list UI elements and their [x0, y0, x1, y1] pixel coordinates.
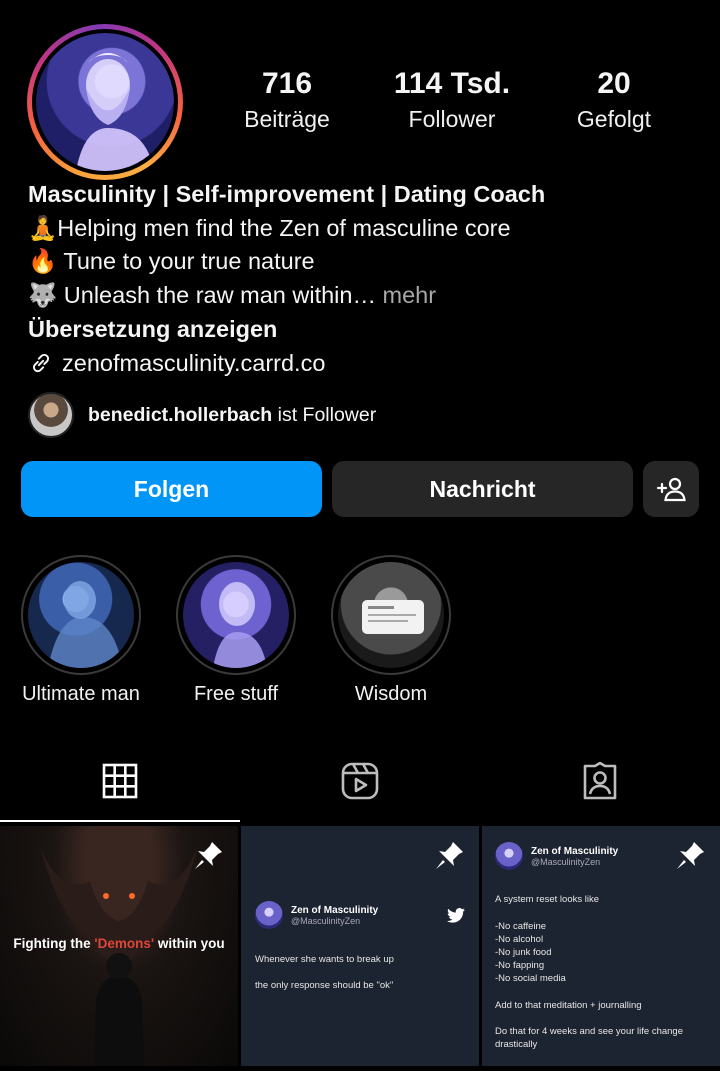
tweet-author: Zen of Masculinity @MasculinityZen — [291, 905, 378, 926]
profile-avatar — [36, 33, 174, 171]
followed-by-row[interactable]: benedict.hollerbach ist Follower — [28, 392, 376, 438]
followers-count-label: Follower — [408, 106, 496, 132]
suggest-people-button[interactable] — [643, 461, 699, 517]
tweet-text-1: Whenever she wants to break up — [255, 954, 394, 965]
posts-count[interactable]: 716 Beiträge — [212, 66, 362, 133]
tweet-avatar — [255, 901, 283, 929]
bio-more-link[interactable]: mehr — [376, 282, 436, 308]
post-1-caption-pre: Fighting the — [13, 936, 95, 951]
story-highlights: Ultimate man Free stuff Wisdom — [0, 555, 720, 715]
profile-actions: Folgen Nachricht — [21, 461, 699, 517]
posts-count-value: 716 — [261, 67, 313, 100]
tweet-intro: A system reset looks like — [495, 894, 600, 905]
reels-icon — [341, 762, 379, 800]
grid-icon — [102, 763, 138, 799]
post-1-caption: Fighting the 'Demons' within you — [0, 936, 238, 951]
twitter-icon — [447, 908, 465, 923]
bio-line-2: 🔥 Tune to your true nature — [28, 248, 315, 275]
tweet-list-item: -No alcohol — [495, 934, 544, 945]
tweet-handle: @MasculinityZen — [291, 915, 361, 926]
tweet-text-2: the only response should be "ok" — [255, 980, 394, 991]
tweet-name: Zen of Masculinity — [531, 845, 619, 857]
followed-by-suffix: ist Follower — [272, 403, 377, 426]
pinned-icon — [195, 842, 222, 869]
post-1-caption-post: within you — [154, 936, 225, 951]
tab-posts-grid[interactable] — [0, 740, 240, 822]
highlight-wisdom[interactable]: Wisdom — [311, 555, 471, 706]
tweet-author: Zen of Masculinity @MasculinityZen — [531, 846, 618, 867]
bio-website-link[interactable]: zenofmasculinity.carrd.co — [28, 347, 708, 381]
posts-grid: Fighting the 'Demons' within you Zen of … — [0, 826, 720, 1071]
highlight-ring — [21, 555, 141, 675]
pinned-icon — [436, 842, 463, 869]
highlight-ring — [331, 555, 451, 675]
highlight-label: Free stuff — [193, 683, 279, 705]
tweet-line-b: Do that for 4 weeks and see your life ch… — [495, 1026, 684, 1050]
highlight-label: Ultimate man — [22, 683, 140, 705]
link-icon — [32, 354, 50, 373]
profile-tabs — [0, 740, 720, 824]
add-person-icon — [656, 477, 686, 502]
post-tile-1[interactable]: Fighting the 'Demons' within you — [0, 826, 238, 1066]
pinned-icon — [677, 842, 704, 869]
follow-button[interactable]: Folgen — [21, 461, 322, 517]
posts-count-label: Beiträge — [244, 106, 330, 132]
followers-count[interactable]: 114 Tsd. Follower — [377, 66, 527, 133]
active-tab-indicator — [0, 820, 240, 822]
tab-reels[interactable] — [240, 740, 480, 822]
highlight-free-stuff[interactable]: Free stuff — [156, 555, 316, 706]
tweet-header: Zen of Masculinity @MasculinityZen — [255, 901, 378, 929]
translate-link[interactable]: Übersetzung anzeigen — [28, 313, 708, 347]
highlight-cover-woman — [338, 562, 444, 668]
post-tile-2[interactable]: Zen of Masculinity @MasculinityZen Whene… — [241, 826, 479, 1066]
highlight-label: Wisdom — [354, 683, 428, 705]
bio-line-3: 🐺 Unleash the raw man within… — [28, 282, 376, 309]
tweet-handle: @MasculinityZen — [531, 856, 601, 867]
website-url: zenofmasculinity.carrd.co — [62, 349, 326, 376]
tweet-avatar — [495, 842, 523, 870]
tweet-list-item: -No fapping — [495, 960, 545, 971]
tweet-header: Zen of Masculinity @MasculinityZen — [495, 842, 618, 870]
tweet-name: Zen of Masculinity — [291, 904, 379, 916]
highlight-cover-statue — [28, 562, 134, 668]
profile-stats: 716 Beiträge 114 Tsd. Follower 20 Gefolg… — [200, 66, 700, 146]
bio-line-1: 🧘Helping men find the Zen of masculine c… — [28, 214, 511, 241]
following-count[interactable]: 20 Gefolgt — [539, 66, 689, 133]
following-count-value: 20 — [597, 67, 631, 100]
tab-tagged[interactable] — [480, 740, 720, 822]
post-tile-3[interactable]: Zen of Masculinity @MasculinityZen A sys… — [482, 826, 720, 1066]
tweet-list-item: -No junk food — [495, 947, 552, 958]
tagged-icon — [583, 762, 617, 800]
post-1-caption-accent: 'Demons' — [94, 936, 155, 951]
tweet-list-item: -No caffeine — [495, 921, 547, 932]
bio-line-3-wrap: 🐺 Unleash the raw man within… mehr — [28, 279, 708, 313]
tweet-line-a: Add to that meditation + journalling — [495, 1000, 642, 1011]
profile-avatar-ring[interactable] — [27, 24, 183, 180]
tweet-list: -No caffeine -No alcohol -No junk food -… — [495, 920, 566, 985]
message-button[interactable]: Nachricht — [332, 461, 633, 517]
tweet-list-item: -No social media — [495, 973, 566, 984]
highlight-ultimate-man[interactable]: Ultimate man — [1, 555, 161, 706]
follower-username: benedict.hollerbach — [88, 403, 273, 426]
avatar-frame — [32, 29, 178, 175]
following-count-label: Gefolgt — [576, 106, 652, 132]
highlight-cover-bust — [183, 562, 289, 668]
followed-by-text: benedict.hollerbach ist Follower — [88, 404, 376, 427]
follower-avatar — [28, 392, 74, 438]
profile-bio: Masculinity | Self-improvement | Dating … — [28, 178, 708, 380]
bio-name-line: Masculinity | Self-improvement | Dating … — [28, 181, 546, 207]
highlight-ring — [176, 555, 296, 675]
followers-count-value: 114 Tsd. — [393, 67, 511, 100]
